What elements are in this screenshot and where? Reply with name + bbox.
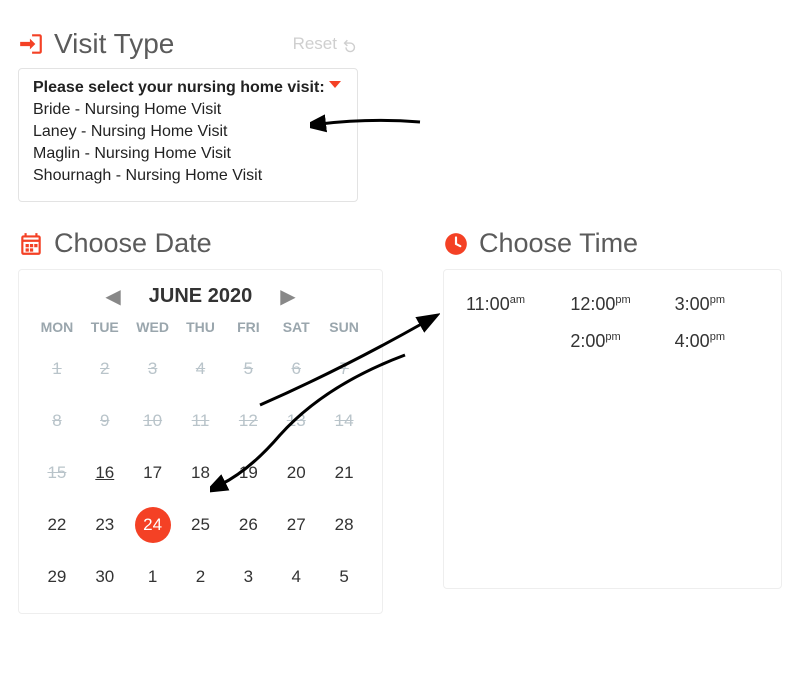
- calendar: ◀ JUNE 2020 ▶ MONTUEWEDTHUFRISATSUN12345…: [18, 269, 383, 614]
- calendar-day: 1: [33, 351, 81, 387]
- calendar-day: 2: [81, 351, 129, 387]
- calendar-day: 15: [33, 455, 81, 491]
- calendar-month: JUNE 2020: [149, 285, 252, 308]
- visit-type-option[interactable]: Laney - Nursing Home Visit: [33, 121, 343, 143]
- undo-icon: [341, 36, 358, 53]
- calendar-day: 6: [272, 351, 320, 387]
- calendar-day[interactable]: 4: [272, 559, 320, 595]
- calendar-weekday: WED: [129, 319, 177, 335]
- choose-date-title: Choose Date: [54, 228, 212, 259]
- calendar-day[interactable]: 3: [224, 559, 272, 595]
- reset-label: Reset: [293, 34, 337, 54]
- reset-button[interactable]: Reset: [293, 34, 358, 54]
- login-icon: [18, 31, 44, 57]
- visit-type-option[interactable]: Bride - Nursing Home Visit: [33, 99, 343, 121]
- calendar-day: 5: [224, 351, 272, 387]
- calendar-day: 13: [272, 403, 320, 439]
- visit-type-option[interactable]: Maglin - Nursing Home Visit: [33, 143, 343, 165]
- calendar-day[interactable]: 17: [129, 455, 177, 491]
- calendar-day: 11: [177, 403, 225, 439]
- calendar-weekday: MON: [33, 319, 81, 335]
- calendar-weekday: SUN: [320, 319, 368, 335]
- time-slot-empty: [466, 331, 550, 352]
- calendar-icon: [18, 231, 44, 257]
- choose-time-section: Choose Time 11:00am 12:00pm 3:00pm 2:00pm 4:…: [443, 228, 782, 614]
- visit-type-dropdown[interactable]: Please select your nursing home visit: B…: [18, 68, 358, 202]
- calendar-day[interactable]: 30: [81, 559, 129, 595]
- visit-type-option[interactable]: Shournagh - Nursing Home Visit: [33, 165, 343, 187]
- calendar-day: 14: [320, 403, 368, 439]
- calendar-day: 7: [320, 351, 368, 387]
- calendar-day[interactable]: 2: [177, 559, 225, 595]
- next-month-button[interactable]: ▶: [280, 284, 295, 309]
- clock-icon: [443, 231, 469, 257]
- choose-date-section: Choose Date ◀ JUNE 2020 ▶ MONTUEWEDTHUFR…: [18, 228, 383, 614]
- prev-month-button[interactable]: ◀: [105, 284, 120, 309]
- calendar-day[interactable]: 1: [129, 559, 177, 595]
- calendar-day[interactable]: 20: [272, 455, 320, 491]
- calendar-day[interactable]: 23: [81, 507, 129, 543]
- calendar-day: 10: [129, 403, 177, 439]
- calendar-day: 4: [177, 351, 225, 387]
- calendar-day[interactable]: 26: [224, 507, 272, 543]
- calendar-day[interactable]: 28: [320, 507, 368, 543]
- calendar-day: 9: [81, 403, 129, 439]
- calendar-weekday: TUE: [81, 319, 129, 335]
- time-panel: 11:00am 12:00pm 3:00pm 2:00pm 4:00pm: [443, 269, 782, 589]
- time-slot[interactable]: 4:00pm: [675, 331, 759, 352]
- visit-type-title: Visit Type: [54, 28, 283, 60]
- calendar-day: 12: [224, 403, 272, 439]
- caret-down-icon: [329, 81, 341, 88]
- calendar-day[interactable]: 24: [129, 507, 177, 543]
- calendar-day[interactable]: 29: [33, 559, 81, 595]
- calendar-day[interactable]: 16: [81, 455, 129, 491]
- choose-time-title: Choose Time: [479, 228, 638, 259]
- calendar-day[interactable]: 18: [177, 455, 225, 491]
- calendar-day[interactable]: 27: [272, 507, 320, 543]
- calendar-day: 3: [129, 351, 177, 387]
- calendar-weekday: SAT: [272, 319, 320, 335]
- calendar-day[interactable]: 22: [33, 507, 81, 543]
- calendar-day: 8: [33, 403, 81, 439]
- time-slot[interactable]: 12:00pm: [570, 294, 654, 315]
- time-slot[interactable]: 2:00pm: [570, 331, 654, 352]
- calendar-day[interactable]: 19: [224, 455, 272, 491]
- time-slot[interactable]: 11:00am: [466, 294, 550, 315]
- time-slot[interactable]: 3:00pm: [675, 294, 759, 315]
- calendar-weekday: FRI: [224, 319, 272, 335]
- calendar-day[interactable]: 21: [320, 455, 368, 491]
- calendar-day[interactable]: 25: [177, 507, 225, 543]
- dropdown-prompt: Please select your nursing home visit:: [33, 79, 343, 97]
- calendar-day[interactable]: 5: [320, 559, 368, 595]
- calendar-weekday: THU: [177, 319, 225, 335]
